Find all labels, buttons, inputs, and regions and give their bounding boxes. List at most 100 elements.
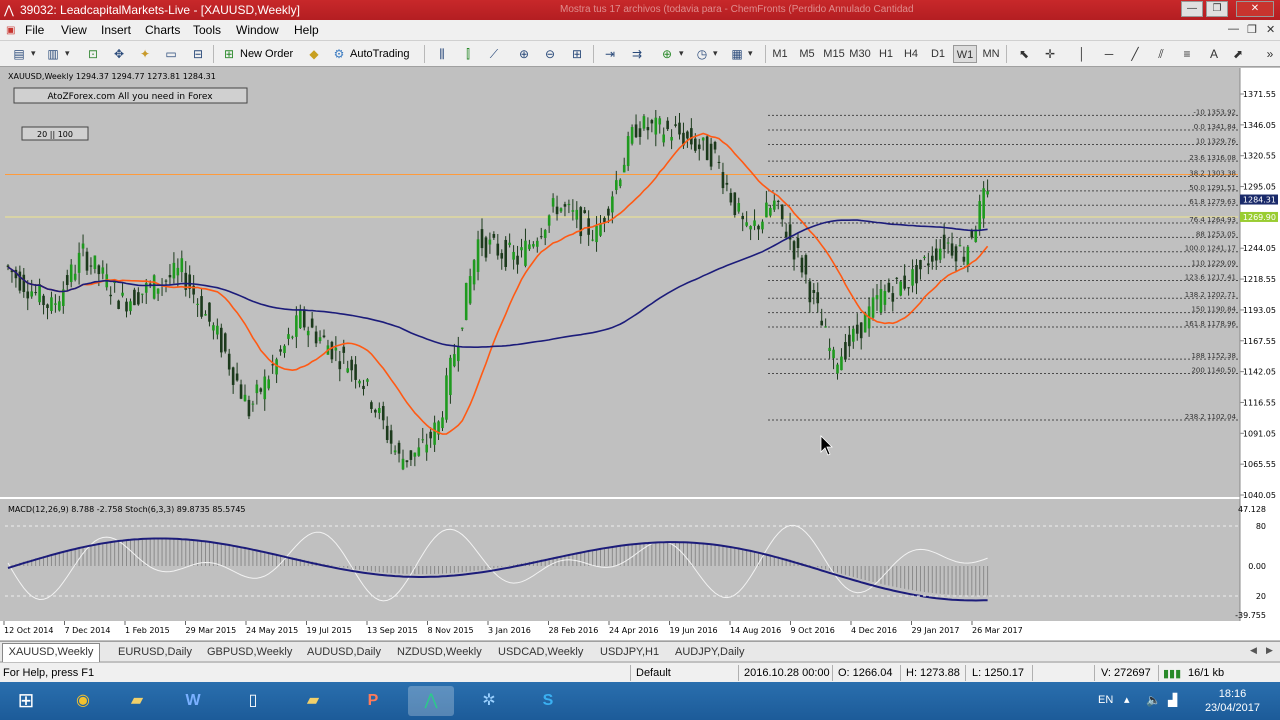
candle-body bbox=[401, 458, 405, 470]
clock[interactable]: 18:16 23/04/2017 bbox=[1205, 687, 1260, 715]
dropdown-arrow-icon[interactable]: ▾ bbox=[748, 48, 753, 59]
tab-usdcad-weekly[interactable]: USDCAD,Weekly bbox=[498, 644, 583, 661]
terminal-icon[interactable]: ▭ bbox=[160, 45, 182, 63]
dropdown-arrow-icon[interactable]: ▾ bbox=[65, 48, 70, 59]
menu-tools[interactable]: Tools bbox=[193, 23, 221, 37]
channel-icon[interactable]: ⫽ bbox=[1151, 45, 1171, 63]
menu-help[interactable]: Help bbox=[294, 23, 319, 37]
tab-gbpusd-weekly[interactable]: GBPUSD,Weekly bbox=[207, 644, 292, 661]
market-watch-icon[interactable]: ⊡ bbox=[82, 45, 104, 63]
tile-windows-icon[interactable]: ⊞ bbox=[567, 45, 587, 63]
data-window-icon[interactable]: ✥ bbox=[108, 45, 130, 63]
autotrading-icon[interactable]: ⚙ bbox=[330, 45, 348, 63]
menu-charts[interactable]: Charts bbox=[145, 23, 180, 37]
tab-xauusd-weekly[interactable]: XAUUSD,Weekly bbox=[2, 643, 100, 662]
settings-icon[interactable]: ✲ bbox=[466, 686, 512, 716]
status-high: H: 1273.88 bbox=[906, 667, 960, 679]
candle-body bbox=[141, 293, 144, 295]
menu-insert[interactable]: Insert bbox=[101, 23, 131, 37]
network-icon[interactable]: ▟ bbox=[1168, 693, 1177, 707]
chrome-icon[interactable]: ◉ bbox=[60, 686, 106, 716]
child-minimize-icon[interactable]: — bbox=[1228, 23, 1239, 35]
candle-body bbox=[761, 221, 764, 230]
toolbar: ▤ ▾ ▥ ▾ ⊡ ✥ ✦ ▭ ⊟ ⊞ New Order ◆ ⚙ AutoTr… bbox=[0, 41, 1280, 67]
profiles-icon[interactable]: ▥ bbox=[42, 45, 64, 63]
new-chart-icon[interactable]: ▤ bbox=[8, 45, 30, 63]
timeframe-w1-active[interactable]: W1 bbox=[953, 45, 977, 63]
bar-chart-icon[interactable]: ⫼ bbox=[432, 45, 452, 63]
menu-file[interactable]: File bbox=[25, 23, 44, 37]
powerpoint-icon[interactable]: P bbox=[350, 686, 396, 716]
periods-icon[interactable]: ◷ bbox=[692, 45, 712, 63]
navigator-icon[interactable]: ✦ bbox=[134, 45, 156, 63]
candlestick-icon[interactable]: ⫿ bbox=[458, 45, 478, 63]
tab-audjpy-daily[interactable]: AUDJPY,Daily bbox=[675, 644, 745, 661]
vertical-line-icon[interactable]: │ bbox=[1072, 45, 1092, 63]
crosshair-icon[interactable]: ✛ bbox=[1040, 45, 1060, 63]
text-icon[interactable]: A bbox=[1204, 45, 1224, 63]
autotrading-button[interactable]: AutoTrading bbox=[350, 45, 410, 63]
child-restore-icon[interactable]: ❐ bbox=[1247, 23, 1257, 36]
tab-scroll-right-icon[interactable]: ▶ bbox=[1266, 645, 1273, 656]
new-order-icon[interactable]: ⊞ bbox=[220, 45, 238, 63]
child-close-icon[interactable]: ✕ bbox=[1266, 23, 1275, 36]
document-icon[interactable]: ▯ bbox=[230, 686, 276, 716]
language-indicator[interactable]: EN bbox=[1098, 694, 1113, 706]
line-chart-icon[interactable]: ⟋ bbox=[484, 45, 504, 63]
timeframe-m5[interactable]: M5 bbox=[796, 45, 818, 63]
candle-body bbox=[129, 301, 132, 312]
minimize-button[interactable]: — bbox=[1181, 1, 1203, 17]
trendline-icon[interactable]: ╱ bbox=[1125, 45, 1145, 63]
toolbar-separator bbox=[1006, 45, 1007, 63]
maximize-button[interactable]: ❐ bbox=[1206, 1, 1228, 17]
horizontal-line-icon[interactable]: ─ bbox=[1099, 45, 1119, 63]
dropdown-arrow-icon[interactable]: ▾ bbox=[31, 48, 36, 59]
volume-icon[interactable]: 🔈 bbox=[1146, 693, 1161, 707]
skype-icon[interactable]: S bbox=[525, 686, 571, 716]
candle-body bbox=[476, 239, 480, 272]
timeframe-m30[interactable]: M30 bbox=[848, 45, 872, 63]
strategy-tester-icon[interactable]: ⊟ bbox=[187, 45, 209, 63]
word-icon[interactable]: W bbox=[170, 686, 216, 716]
tab-usdjpy-h1[interactable]: USDJPY,H1 bbox=[600, 644, 659, 661]
timeframe-h1[interactable]: H1 bbox=[875, 45, 897, 63]
cursor-icon[interactable]: ⬉ bbox=[1014, 45, 1034, 63]
toolbar-overflow-icon[interactable]: » bbox=[1262, 45, 1278, 63]
menu-view[interactable]: View bbox=[61, 23, 87, 37]
timeframe-d1[interactable]: D1 bbox=[927, 45, 949, 63]
tab-nzdusd-weekly[interactable]: NZDUSD,Weekly bbox=[397, 644, 482, 661]
new-order-button[interactable]: New Order bbox=[240, 45, 293, 63]
tab-scroll-left-icon[interactable]: ◀ bbox=[1250, 645, 1257, 656]
document-icon[interactable]: ▣ bbox=[6, 25, 15, 36]
metaeditor-icon[interactable]: ◆ bbox=[305, 45, 323, 63]
start-button[interactable]: ⊞ bbox=[2, 686, 50, 716]
candle-body bbox=[472, 260, 476, 285]
price-axis-label: 1218.55 bbox=[1243, 275, 1276, 284]
price-chart[interactable]: -10 1353.92 0.0 1341.84 10 1329.76 23.6 131… bbox=[0, 68, 1280, 640]
zoom-in-icon[interactable]: ⊕ bbox=[514, 45, 534, 63]
indicators-icon[interactable]: ⊕ bbox=[657, 45, 677, 63]
dropdown-arrow-icon[interactable]: ▾ bbox=[713, 48, 718, 59]
tray-expand-icon[interactable]: ▴ bbox=[1124, 693, 1130, 706]
menu-window[interactable]: Window bbox=[236, 23, 279, 37]
candle-body bbox=[962, 256, 966, 262]
zoom-out-icon[interactable]: ⊖ bbox=[540, 45, 560, 63]
timeframe-h4[interactable]: H4 bbox=[900, 45, 922, 63]
close-button[interactable]: ✕ bbox=[1236, 1, 1274, 17]
timeframe-m15[interactable]: M15 bbox=[822, 45, 846, 63]
timeframe-m1[interactable]: M1 bbox=[770, 45, 790, 63]
candle-body bbox=[223, 333, 227, 352]
file-explorer-icon[interactable]: ▰ bbox=[114, 686, 160, 716]
tab-eurusd-daily[interactable]: EURUSD,Daily bbox=[118, 644, 192, 661]
timeframe-mn[interactable]: MN bbox=[979, 45, 1003, 63]
arrow-icon[interactable]: ⬈ bbox=[1228, 45, 1248, 63]
folder-icon[interactable]: ▰ bbox=[290, 686, 336, 716]
fibonacci-level-label: 50.0 1291.51 bbox=[1189, 184, 1236, 192]
fibonacci-icon[interactable]: ≡ bbox=[1177, 45, 1197, 63]
tab-audusd-daily[interactable]: AUDUSD,Daily bbox=[307, 644, 381, 661]
auto-scroll-icon[interactable]: ⇉ bbox=[627, 45, 647, 63]
chart-shift-icon[interactable]: ⇥ bbox=[600, 45, 620, 63]
metatrader-icon[interactable]: ⋀ bbox=[408, 686, 454, 716]
dropdown-arrow-icon[interactable]: ▾ bbox=[679, 48, 684, 59]
templates-icon[interactable]: ▦ bbox=[727, 45, 747, 63]
